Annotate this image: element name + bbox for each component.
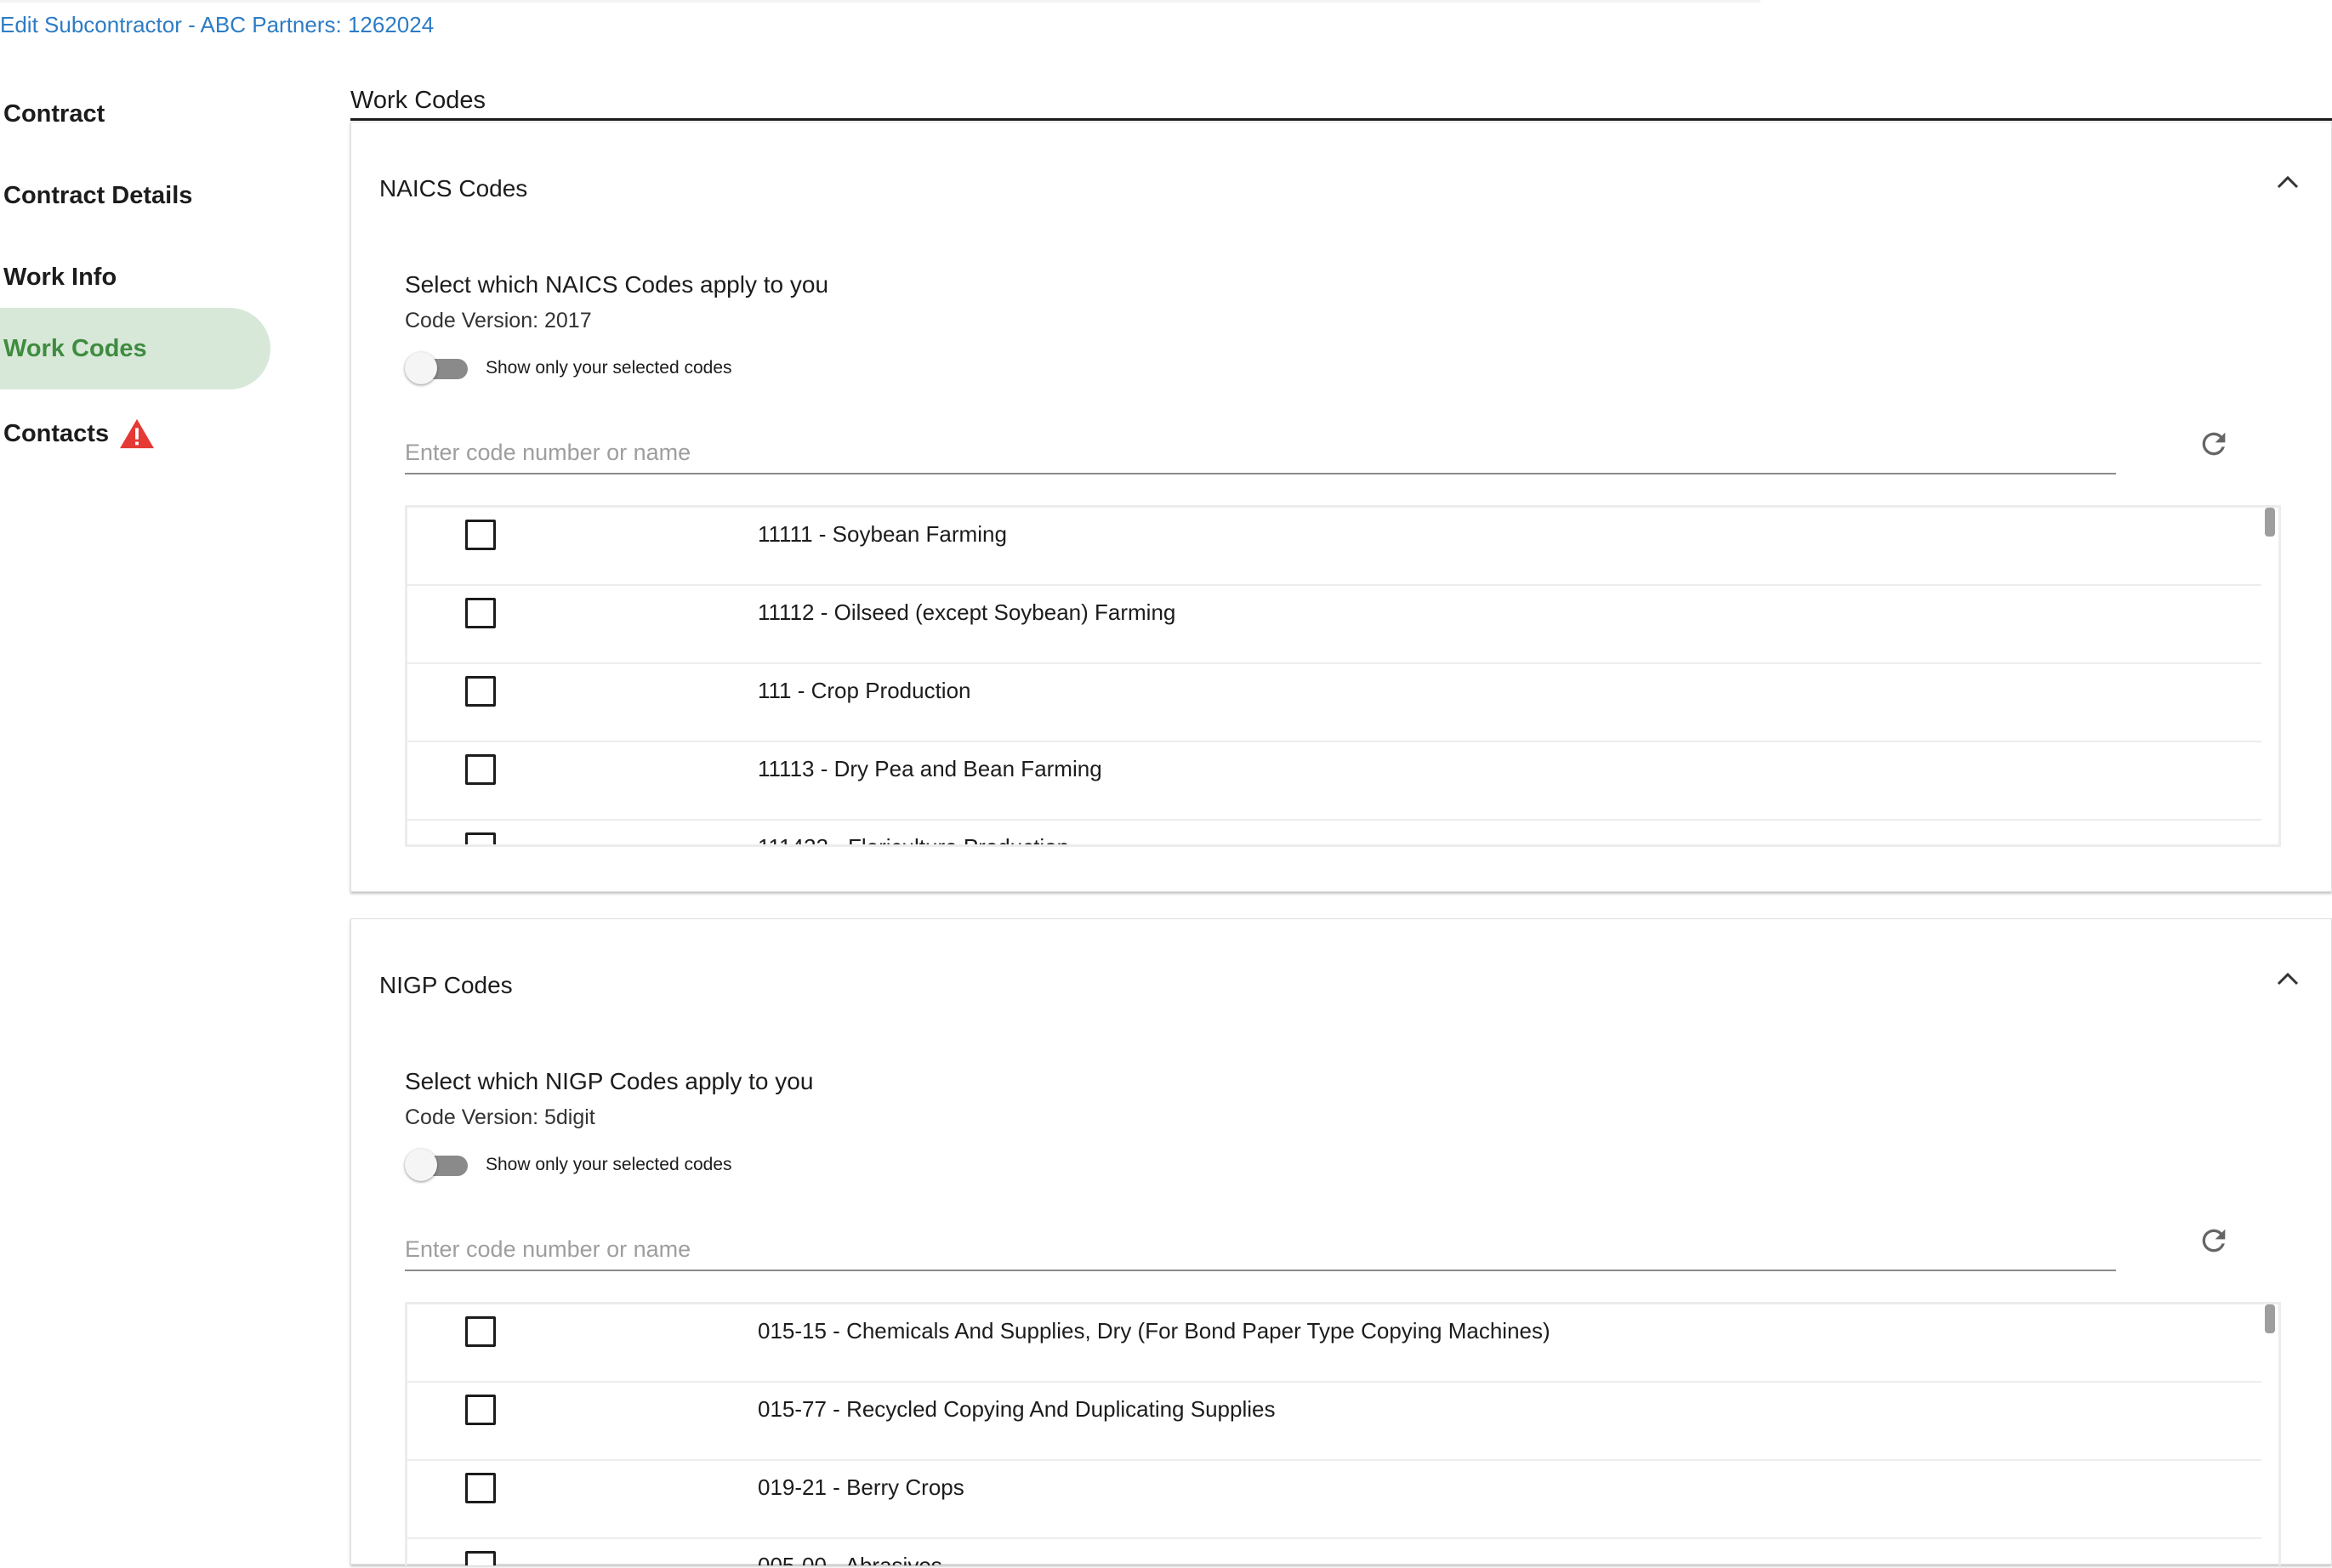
code-label: 11111 - Soybean Farming xyxy=(758,521,1007,547)
sidebar-item-work-info[interactable]: Work Info xyxy=(0,236,270,318)
naics-instruction: Select which NAICS Codes apply to you xyxy=(405,271,829,298)
chevron-up-icon[interactable] xyxy=(2275,970,2301,987)
code-checkbox[interactable] xyxy=(465,1473,496,1503)
list-item: 015-15 - Chemicals And Supplies, Dry (Fo… xyxy=(407,1304,2261,1383)
sidebar-item-work-codes[interactable]: Work Codes xyxy=(0,308,270,389)
code-label: 015-15 - Chemicals And Supplies, Dry (Fo… xyxy=(758,1318,1550,1344)
list-item: 111 - Crop Production xyxy=(407,664,2261,742)
list-item: 111422 - Floriculture Production xyxy=(407,821,2261,847)
top-divider xyxy=(0,0,1760,3)
refresh-icon[interactable] xyxy=(2197,427,2231,461)
naics-selected-only-toggle[interactable] xyxy=(405,350,473,384)
code-checkbox[interactable] xyxy=(465,1395,496,1425)
toggle-knob xyxy=(405,1149,437,1181)
nigp-selected-only-toggle[interactable] xyxy=(405,1147,473,1181)
code-label: 111 - Crop Production xyxy=(758,678,971,703)
sidebar-item-label: Contacts xyxy=(3,419,110,447)
list-item: 11111 - Soybean Farming xyxy=(407,508,2261,586)
warning-icon xyxy=(120,418,155,449)
nigp-search-input[interactable] xyxy=(405,1229,2116,1271)
nigp-code-list[interactable]: 015-15 - Chemicals And Supplies, Dry (Fo… xyxy=(405,1302,2281,1565)
nigp-panel: NIGP Codes Select which NIGP Codes apply… xyxy=(350,918,2332,1565)
naics-toggle-label: Show only your selected codes xyxy=(486,358,732,378)
code-label: 019-21 - Berry Crops xyxy=(758,1474,964,1500)
sidebar-item-label: Contract Details xyxy=(3,181,193,209)
list-item: 005-00 - Abrasives xyxy=(407,1539,2261,1565)
nigp-panel-header[interactable]: NIGP Codes xyxy=(379,972,513,999)
section-title: Work Codes xyxy=(350,82,2332,121)
code-label: 005-00 - Abrasives xyxy=(758,1553,942,1565)
code-checkbox[interactable] xyxy=(465,598,496,628)
code-label: 111422 - Floriculture Production xyxy=(758,834,1070,847)
toggle-knob xyxy=(405,352,437,384)
code-checkbox[interactable] xyxy=(465,1316,496,1347)
sidebar-item-label: Work Codes xyxy=(3,334,147,362)
sidebar-item-contract[interactable]: Contract xyxy=(0,73,270,155)
naics-panel: NAICS Codes Select which NAICS Codes app… xyxy=(350,122,2332,892)
chevron-up-icon[interactable] xyxy=(2275,173,2301,190)
sidebar-item-contacts[interactable]: Contacts xyxy=(0,393,270,474)
list-scrollbar[interactable] xyxy=(2265,508,2275,537)
code-label: 11113 - Dry Pea and Bean Farming xyxy=(758,756,1102,781)
code-checkbox[interactable] xyxy=(465,1551,496,1565)
naics-code-version: Code Version: 2017 xyxy=(405,309,592,332)
refresh-icon[interactable] xyxy=(2197,1224,2231,1258)
code-checkbox[interactable] xyxy=(465,676,496,707)
naics-code-list[interactable]: 11111 - Soybean Farming 11112 - Oilseed … xyxy=(405,505,2281,847)
sidebar-item-label: Work Info xyxy=(3,263,117,291)
page-title[interactable]: Edit Subcontractor - ABC Partners: 12620… xyxy=(0,12,434,38)
sidebar-item-label: Contract xyxy=(3,99,105,128)
naics-panel-header[interactable]: NAICS Codes xyxy=(379,175,527,202)
code-label: 11112 - Oilseed (except Soybean) Farming xyxy=(758,599,1176,625)
list-item: 019-21 - Berry Crops xyxy=(407,1461,2261,1539)
code-checkbox[interactable] xyxy=(465,754,496,785)
nigp-code-version: Code Version: 5digit xyxy=(405,1105,595,1129)
sidebar-item-contract-details[interactable]: Contract Details xyxy=(0,155,270,236)
nigp-toggle-label: Show only your selected codes xyxy=(486,1155,732,1174)
list-scrollbar[interactable] xyxy=(2265,1304,2275,1333)
nigp-instruction: Select which NIGP Codes apply to you xyxy=(405,1068,814,1094)
code-checkbox[interactable] xyxy=(465,832,496,844)
code-label: 015-77 - Recycled Copying And Duplicatin… xyxy=(758,1396,1276,1422)
code-checkbox[interactable] xyxy=(465,520,496,550)
naics-search-input[interactable] xyxy=(405,432,2116,474)
list-item: 11113 - Dry Pea and Bean Farming xyxy=(407,742,2261,821)
list-item: 015-77 - Recycled Copying And Duplicatin… xyxy=(407,1383,2261,1461)
list-item: 11112 - Oilseed (except Soybean) Farming xyxy=(407,586,2261,664)
